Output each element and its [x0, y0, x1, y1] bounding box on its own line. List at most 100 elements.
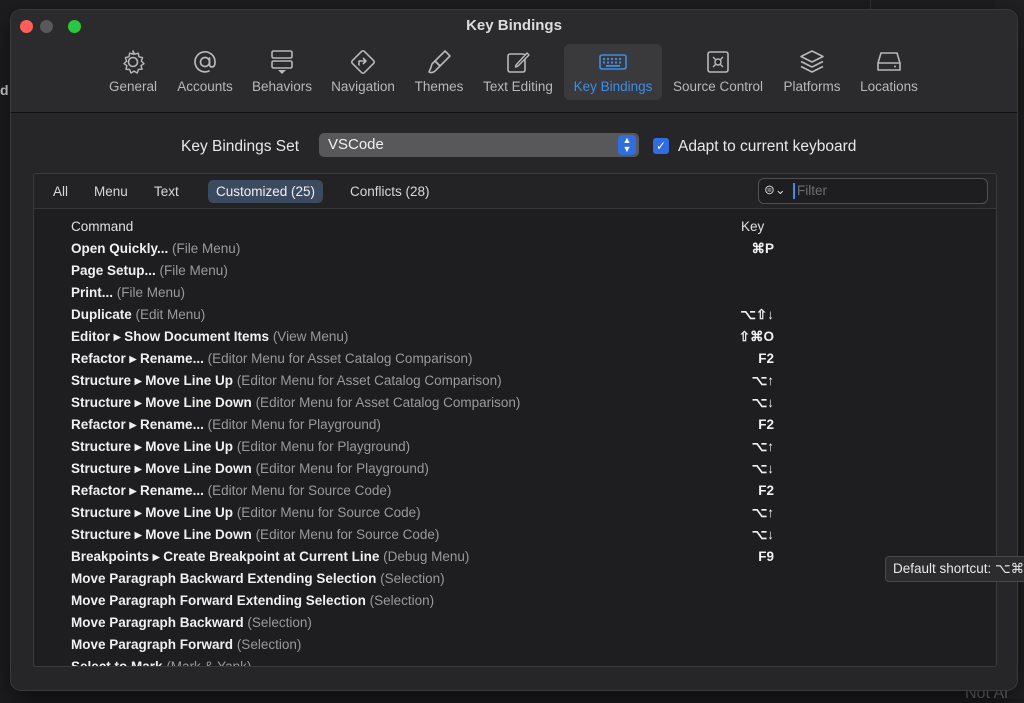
table-row[interactable]: Structure ▸ Move Line Up (Editor Menu fo… [34, 502, 996, 524]
key-shortcut[interactable]: ⌥↓ [714, 392, 774, 414]
filter-input[interactable]: ⊜⌄ Filter [758, 178, 988, 204]
table-row[interactable]: Select to Mark (Mark & Yank) [34, 656, 996, 666]
tab-label: Themes [414, 79, 464, 94]
key-shortcut[interactable]: ⌥↑ [714, 436, 774, 458]
table-row[interactable]: Print... (File Menu) [34, 282, 996, 304]
command-label: Structure ▸ Move Line Down [71, 527, 252, 542]
key-bindings-set-popup[interactable]: VSCode ▲ ▼ [319, 133, 639, 157]
command-name: Move Paragraph Forward Extending Selecti… [71, 590, 434, 612]
command-label: Move Paragraph Backward Extending Select… [71, 571, 377, 586]
key-shortcut[interactable]: F2 [714, 480, 774, 502]
adapt-keyboard-label: Adapt to current keyboard [678, 138, 857, 155]
command-name: Structure ▸ Move Line Down (Editor Menu … [71, 392, 520, 414]
command-label: Refactor ▸ Rename... [71, 483, 204, 498]
column-header-key[interactable]: Key [741, 219, 764, 234]
table-row[interactable]: Refactor ▸ Rename... (Editor Menu for So… [34, 480, 996, 502]
table-row[interactable]: Editor ▸ Show Document Items (View Menu)… [34, 326, 996, 348]
tab-source-control[interactable]: Source Control [667, 44, 769, 100]
command-name: Move Paragraph Backward (Selection) [71, 612, 312, 634]
chevron-up-down-icon: ▲ ▼ [618, 135, 636, 155]
command-label: Refactor ▸ Rename... [71, 351, 204, 366]
command-label: Editor ▸ Show Document Items [71, 329, 270, 344]
command-context: (Editor Menu for Playground) [207, 417, 381, 432]
command-context: (Edit Menu) [135, 307, 206, 322]
table-row[interactable]: Page Setup... (File Menu) [34, 260, 996, 282]
pencil-icon [507, 52, 530, 73]
command-context: (Editor Menu for Playground) [236, 439, 411, 454]
table-row[interactable]: Structure ▸ Move Line Up (Editor Menu fo… [34, 436, 996, 458]
command-name: Refactor ▸ Rename... (Editor Menu for Pl… [71, 414, 381, 436]
key-shortcut[interactable]: ⌥↑ [714, 502, 774, 524]
tab-behaviors[interactable]: Behaviors [247, 44, 317, 100]
tab-key-bindings[interactable]: Key Bindings [564, 44, 662, 100]
brush-icon [428, 50, 451, 74]
key-shortcut[interactable]: ⇧⌘O [714, 326, 774, 348]
command-context: (Selection) [369, 593, 435, 608]
key-shortcut[interactable]: ⌥⇧↓ [714, 304, 774, 326]
tab-locations[interactable]: Locations [854, 44, 924, 100]
key-shortcut[interactable]: ⌥↓ [714, 458, 774, 480]
segment-all[interactable]: All [45, 180, 76, 203]
gear-icon [123, 50, 145, 74]
key-shortcut[interactable]: ⌥↓ [714, 524, 774, 546]
command-label: Structure ▸ Move Line Up [71, 373, 234, 388]
table-row[interactable]: Move Paragraph Backward (Selection) [34, 612, 996, 634]
command-name: Refactor ▸ Rename... (Editor Menu for So… [71, 480, 391, 502]
keyboard-icon [599, 54, 627, 70]
table-row[interactable]: Structure ▸ Move Line Down (Editor Menu … [34, 458, 996, 480]
key-bindings-panel: All Menu Text Customized (25) Conflicts … [33, 173, 997, 667]
title-bar: Key Bindings General Accounts Behaviors … [11, 10, 1017, 113]
key-shortcut[interactable]: ⌥↑ [714, 370, 774, 392]
table-row[interactable]: Move Paragraph Forward (Selection) [34, 634, 996, 656]
table-row[interactable]: Structure ▸ Move Line Down (Editor Menu … [34, 392, 996, 414]
command-context: (Selection) [247, 615, 312, 630]
segment-text[interactable]: Text [146, 180, 187, 203]
command-name: Duplicate (Edit Menu) [71, 304, 205, 326]
key-bindings-set-value: VSCode [328, 136, 384, 153]
command-name: Open Quickly... (File Menu) [71, 238, 240, 260]
command-label: Move Paragraph Forward [71, 637, 234, 652]
command-label: Duplicate [71, 307, 132, 322]
key-shortcut[interactable]: F2 [714, 414, 774, 436]
tab-label: Navigation [331, 79, 395, 94]
key-bindings-list: Open Quickly... (File Menu) ⌘P Page Setup.… [34, 238, 996, 666]
segment-menu[interactable]: Menu [86, 180, 136, 203]
adapt-keyboard-checkbox[interactable]: ✓ [653, 138, 669, 154]
table-row[interactable]: Move Paragraph Forward Extending Selecti… [34, 590, 996, 612]
tab-platforms[interactable]: Platforms [777, 44, 847, 100]
segment-conflicts[interactable]: Conflicts (28) [342, 180, 438, 203]
source-control-icon [707, 51, 729, 73]
filter-options-icon[interactable]: ⊜⌄ [764, 182, 786, 198]
command-context: (Editor Menu for Asset Catalog Compariso… [236, 373, 502, 388]
command-label: Structure ▸ Move Line Up [71, 505, 234, 520]
table-row[interactable]: Refactor ▸ Rename... (Editor Menu for As… [34, 348, 996, 370]
window-title: Key Bindings [466, 17, 562, 34]
tab-text-editing[interactable]: Text Editing [477, 44, 559, 100]
key-shortcut[interactable]: ⌘P [714, 238, 774, 260]
tab-general[interactable]: General [100, 44, 166, 100]
tab-label: Key Bindings [573, 79, 653, 94]
text-cursor [793, 183, 795, 199]
command-label: Structure ▸ Move Line Down [71, 461, 252, 476]
filter-placeholder: Filter [797, 183, 827, 198]
key-shortcut[interactable]: F2 [714, 348, 774, 370]
table-row[interactable]: Refactor ▸ Rename... (Editor Menu for Pl… [34, 414, 996, 436]
tab-navigation[interactable]: Navigation [325, 44, 401, 100]
at-icon [194, 50, 216, 73]
command-label: Print... [71, 285, 114, 300]
table-row[interactable]: Breakpoints ▸ Create Breakpoint at Curre… [34, 546, 996, 568]
table-row[interactable]: Duplicate (Edit Menu) ⌥⇧↓ [34, 304, 996, 326]
column-header-command[interactable]: Command [71, 219, 133, 234]
tab-accounts[interactable]: Accounts [170, 44, 240, 100]
table-row[interactable]: Open Quickly... (File Menu) ⌘P [34, 238, 996, 260]
table-row[interactable]: Structure ▸ Move Line Down (Editor Menu … [34, 524, 996, 546]
table-row[interactable]: Move Paragraph Backward Extending Select… [34, 568, 996, 590]
key-shortcut[interactable]: F9 [714, 546, 774, 568]
command-name: Structure ▸ Move Line Down (Editor Menu … [71, 458, 429, 480]
command-name: Refactor ▸ Rename... (Editor Menu for As… [71, 348, 472, 370]
command-name: Move Paragraph Forward (Selection) [71, 634, 301, 656]
segment-customized[interactable]: Customized (25) [208, 180, 324, 203]
table-row[interactable]: Structure ▸ Move Line Up (Editor Menu fo… [34, 370, 996, 392]
tab-themes[interactable]: Themes [408, 44, 470, 100]
command-context: (File Menu) [172, 241, 241, 256]
